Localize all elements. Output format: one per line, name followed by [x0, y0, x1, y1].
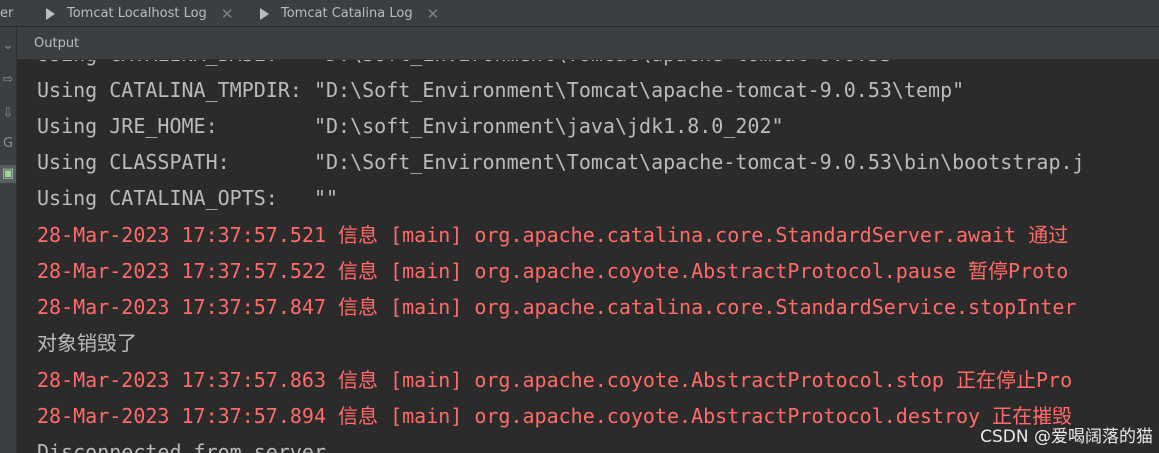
console-line-log: 28-Mar-2023 17:37:57.522 信息 [main] org.a…	[37, 259, 1069, 283]
tab-bar: er Tomcat Localhost Log ✕ Tomcat Catalin…	[0, 0, 1159, 27]
play-log-icon	[46, 7, 55, 20]
tab-label: Tomcat Catalina Log	[281, 6, 413, 21]
console-line: Using CLASSPATH: "D:\Soft_Environment\To…	[37, 150, 1085, 174]
watermark: CSDN @爱喝阔落的猫	[980, 427, 1153, 447]
tab-tomcat-catalina-log[interactable]: Tomcat Catalina Log ✕	[260, 0, 439, 27]
chevron-down-icon[interactable]: ⌄	[0, 37, 16, 55]
console-line-clipped: Using CATALINA_BASE: "D:\Soft_Environmen…	[37, 60, 904, 72]
console-line: 对象销毁了	[37, 331, 137, 355]
console-line-log: 28-Mar-2023 17:37:57.521 信息 [main] org.a…	[37, 223, 1069, 247]
close-icon[interactable]: ✕	[427, 5, 440, 23]
output-header: Output	[17, 27, 1159, 60]
console-line: Using CATALINA_TMPDIR: "D:\Soft_Environm…	[37, 78, 965, 102]
tab-label: Tomcat Localhost Log	[67, 6, 207, 21]
tab-label: er	[0, 6, 14, 21]
import-icon[interactable]: ⇨	[0, 71, 16, 89]
console-line-log: 28-Mar-2023 17:37:57.847 信息 [main] org.a…	[37, 295, 1077, 319]
close-icon[interactable]: ✕	[221, 5, 234, 23]
tool-sidebar: ⌄ ⇨ ⇩ G ▣	[0, 27, 17, 453]
console-line-log: 28-Mar-2023 17:37:57.863 信息 [main] org.a…	[37, 368, 1073, 392]
rerun-icon[interactable]: G	[0, 135, 16, 153]
console-line: Using CATALINA_OPTS: ""	[37, 186, 339, 210]
tab-partial[interactable]: er	[0, 0, 13, 27]
console-line: Disconnected from server	[37, 440, 326, 453]
output-tab[interactable]: Output	[34, 27, 79, 60]
active-run-icon[interactable]: ▣	[0, 165, 16, 183]
import-icon[interactable]: ⇩	[0, 105, 16, 123]
play-log-icon	[260, 7, 269, 20]
console-line: Using JRE_HOME: "D:\soft_Environment\jav…	[37, 114, 784, 138]
tab-tomcat-localhost-log[interactable]: Tomcat Localhost Log ✕	[46, 0, 233, 27]
console-output[interactable]: Using CATALINA_BASE: "D:\Soft_Environmen…	[17, 60, 1159, 453]
console-line-log: 28-Mar-2023 17:37:57.894 信息 [main] org.a…	[37, 404, 1073, 428]
